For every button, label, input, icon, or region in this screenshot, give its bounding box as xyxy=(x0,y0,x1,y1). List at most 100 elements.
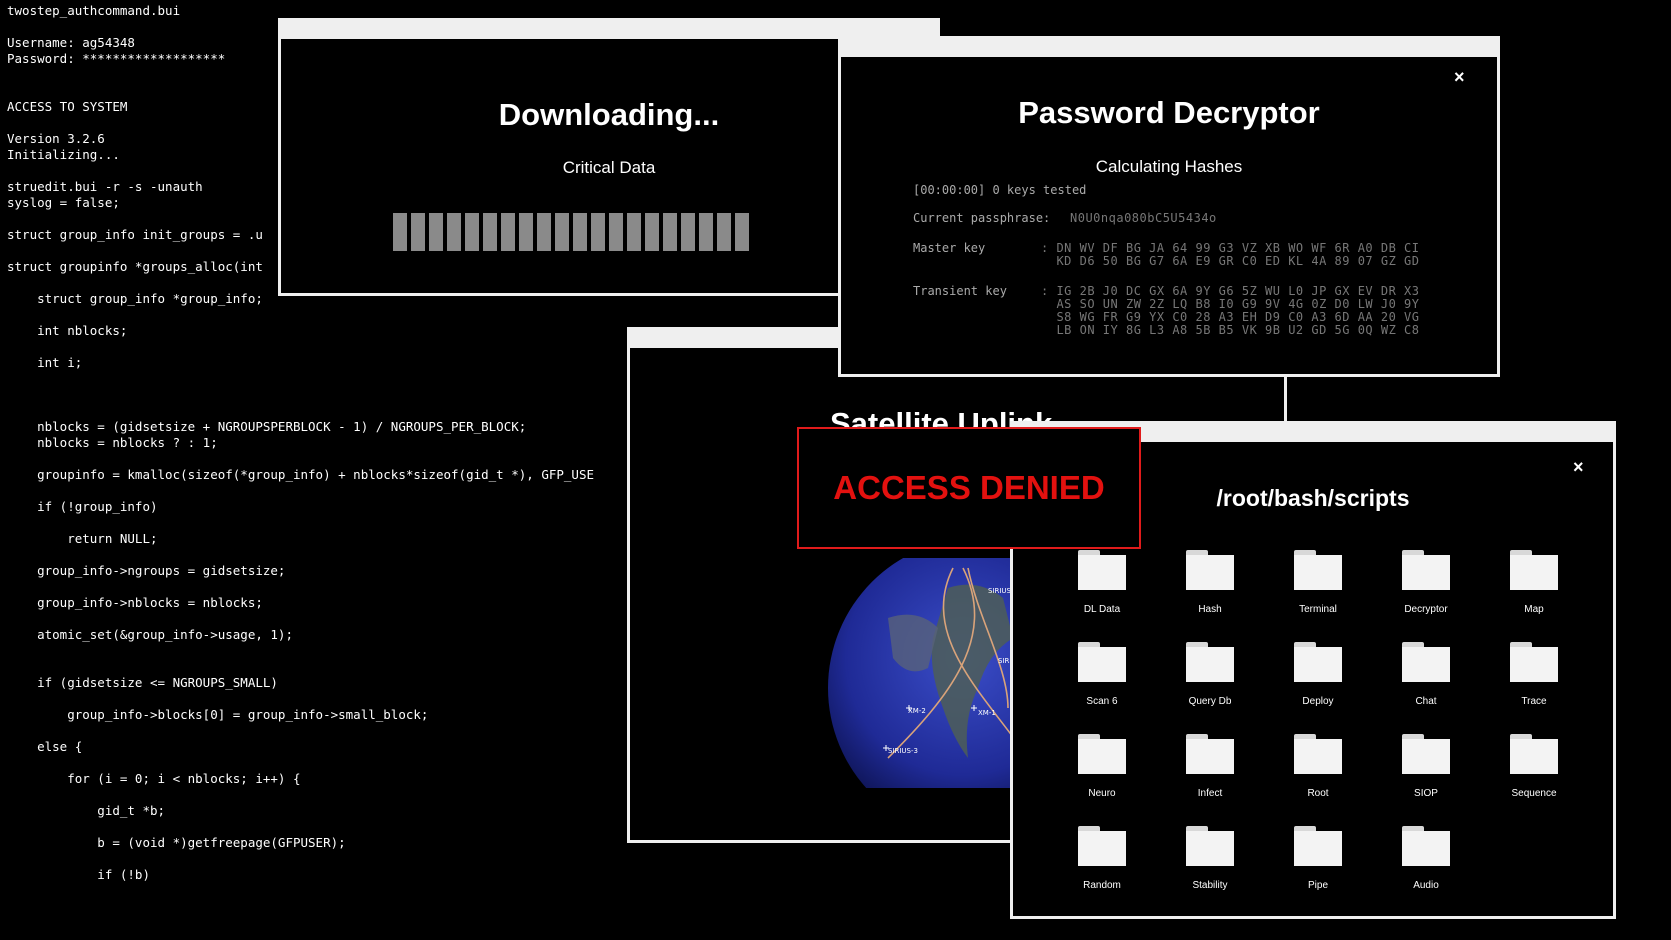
access-denied-text: ACCESS DENIED xyxy=(833,469,1105,506)
download-progress-bar xyxy=(393,213,753,251)
folder-label: Random xyxy=(1083,880,1121,891)
close-icon[interactable]: × xyxy=(1454,67,1465,88)
transient-key-label: Transient key xyxy=(913,284,1007,298)
folder-item[interactable]: Trace xyxy=(1480,642,1588,718)
access-denied-dialog: ACCESS DENIED xyxy=(797,427,1141,549)
terminal-line: else { xyxy=(7,739,83,754)
folder-item[interactable]: Infect xyxy=(1156,734,1264,810)
folder-icon xyxy=(1186,826,1234,866)
master-key-hex-2: KD D6 50 BG G7 6A E9 GR C0 ED KL 4A 89 0… xyxy=(1041,254,1420,268)
folder-item[interactable]: Audio xyxy=(1372,826,1480,902)
folder-item[interactable]: Neuro xyxy=(1048,734,1156,810)
folder-icon xyxy=(1294,550,1342,590)
globe-label: SIRIUS-3 xyxy=(888,747,918,755)
folder-item[interactable]: Hash xyxy=(1156,550,1264,626)
progress-segment xyxy=(393,213,407,251)
folder-label: Stability xyxy=(1192,880,1228,891)
progress-segment xyxy=(519,213,533,251)
terminal-line: return NULL; xyxy=(7,531,158,546)
folder-icon xyxy=(1294,826,1342,866)
terminal-line: int i; xyxy=(7,355,83,370)
folder-label: Deploy xyxy=(1302,696,1334,707)
folder-icon xyxy=(1186,642,1234,682)
folder-item[interactable]: Stability xyxy=(1156,826,1264,902)
folder-label: Neuro xyxy=(1088,788,1116,799)
folder-item[interactable]: Terminal xyxy=(1264,550,1372,626)
window-titlebar[interactable] xyxy=(278,18,940,38)
progress-segment xyxy=(573,213,587,251)
folder-item[interactable]: Sequence xyxy=(1480,734,1588,810)
terminal-line: for (i = 0; i < nblocks; i++) { xyxy=(7,771,301,786)
close-icon[interactable]: × xyxy=(1573,457,1584,478)
folder-item[interactable]: Query Db xyxy=(1156,642,1264,718)
folder-icon xyxy=(1078,550,1126,590)
terminal-line: group_info->nblocks = nblocks; xyxy=(7,595,263,610)
folder-item[interactable]: DL Data xyxy=(1048,550,1156,626)
terminal-line: b = (void *)getfreepage(GFPUSER); xyxy=(7,835,346,850)
keys-tested-status: [00:00:00] 0 keys tested xyxy=(913,183,1087,197)
folder-icon xyxy=(1510,642,1558,682)
terminal-line: atomic_set(&group_info->usage, 1); xyxy=(7,627,293,642)
folder-item[interactable]: Root xyxy=(1264,734,1372,810)
window-body: × Password Decryptor Calculating Hashes … xyxy=(838,54,1500,377)
folder-label: Pipe xyxy=(1307,880,1328,891)
progress-segment xyxy=(681,213,695,251)
terminal-line: group_info->ngroups = gidsetsize; xyxy=(7,563,286,578)
transient-key-hex-4: LB ON IY 8G L3 A8 5B B5 VK 9B U2 GD 5G 0… xyxy=(1041,323,1420,337)
folder-icon xyxy=(1402,642,1450,682)
folder-icon xyxy=(1078,826,1126,866)
folder-item[interactable]: Deploy xyxy=(1264,642,1372,718)
folder-label: DL Data xyxy=(1083,604,1121,615)
progress-segment xyxy=(429,213,443,251)
terminal-line: int nblocks; xyxy=(7,323,128,338)
progress-segment xyxy=(465,213,479,251)
folder-item[interactable]: Decryptor xyxy=(1372,550,1480,626)
folder-item[interactable]: Chat xyxy=(1372,642,1480,718)
folder-label: SIOP xyxy=(1414,788,1438,799)
progress-segment xyxy=(699,213,713,251)
folder-icon xyxy=(1294,642,1342,682)
folder-item[interactable]: SIOP xyxy=(1372,734,1480,810)
terminal-line: twostep_authcommand.bui xyxy=(7,3,181,18)
decryptor-subtitle: Calculating Hashes xyxy=(1095,157,1243,176)
progress-segment xyxy=(645,213,659,251)
window-titlebar[interactable] xyxy=(838,36,1500,56)
progress-segment xyxy=(537,213,551,251)
folder-icon xyxy=(1078,734,1126,774)
password-decryptor-window: × Password Decryptor Calculating Hashes … xyxy=(838,36,1500,377)
terminal-line: groupinfo = kmalloc(sizeof(*group_info) … xyxy=(7,467,594,482)
progress-segment xyxy=(717,213,731,251)
terminal-line: if (!group_info) xyxy=(7,499,158,514)
progress-segment xyxy=(555,213,569,251)
folder-label: Sequence xyxy=(1511,788,1557,799)
progress-segment xyxy=(411,213,425,251)
globe-label: XM-1 xyxy=(978,709,996,717)
folder-icon xyxy=(1510,734,1558,774)
progress-segment xyxy=(627,213,641,251)
folder-label: Infect xyxy=(1197,788,1223,799)
progress-segment xyxy=(501,213,515,251)
folder-item[interactable]: Map xyxy=(1480,550,1588,626)
folder-icon xyxy=(1294,734,1342,774)
folder-item[interactable]: Pipe xyxy=(1264,826,1372,902)
passphrase-value: N0U0nqa080bC5U5434o xyxy=(1070,211,1217,225)
folder-label: Terminal xyxy=(1299,604,1337,615)
folder-grid: DL Data Hash Terminal Decryptor Map Scan 6 Que… xyxy=(1048,550,1588,902)
folder-item[interactable]: Random xyxy=(1048,826,1156,902)
folder-label: Scan 6 xyxy=(1086,696,1118,707)
folder-item[interactable]: Scan 6 xyxy=(1048,642,1156,718)
